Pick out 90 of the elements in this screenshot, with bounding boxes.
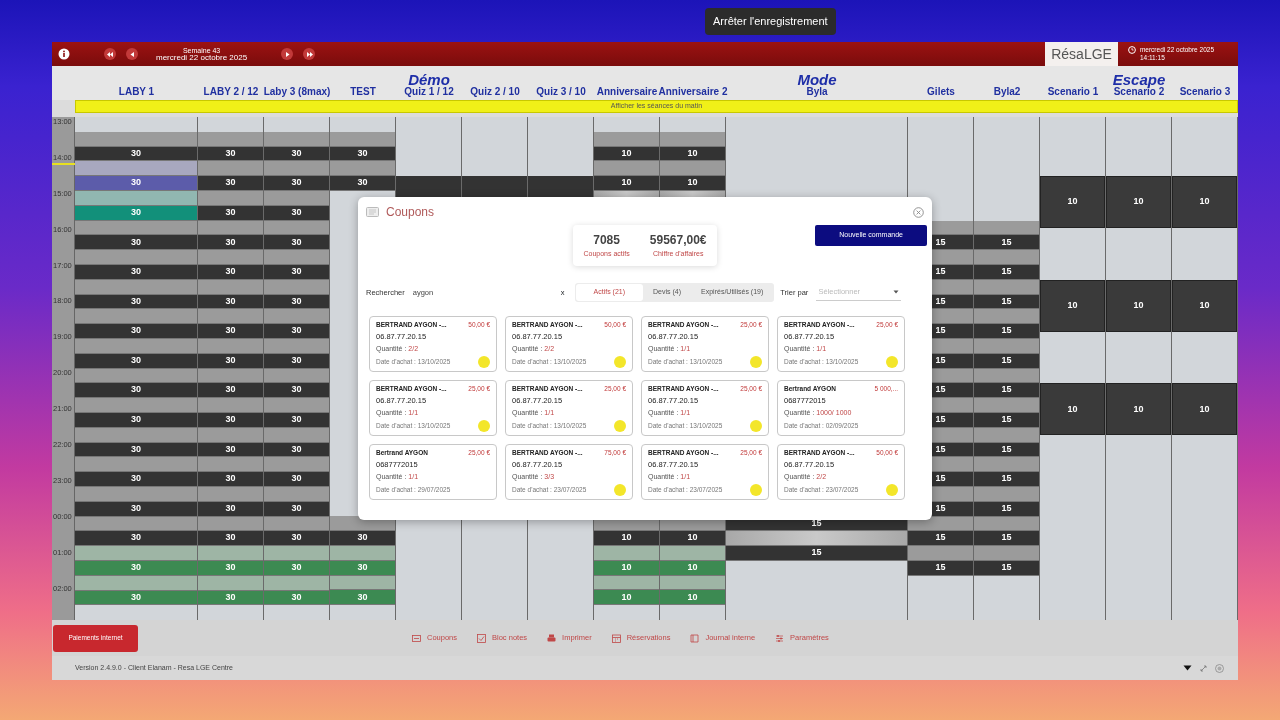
seat-count[interactable]: 30 [264, 176, 329, 191]
seat-count[interactable]: 30 [75, 472, 197, 487]
session-block[interactable]: 10 [1106, 176, 1171, 228]
current-time-marker [52, 163, 75, 165]
recording-tooltip: Arrêter l'enregistrement [705, 8, 836, 35]
column-header: Scenario 2 [1113, 87, 1165, 97]
ticket-icon [412, 633, 421, 643]
date-label: mercredi 22 octobre 2025 [156, 53, 248, 62]
dropdown-icon[interactable] [1183, 665, 1192, 671]
printer-icon [547, 633, 557, 643]
seat-count[interactable]: 10 [660, 590, 725, 606]
column-header: Anniversaire 2 [658, 87, 728, 97]
info-icon[interactable] [58, 48, 70, 60]
column-header: Byla [806, 87, 828, 97]
seat-count[interactable]: 15 [974, 235, 1039, 251]
session-block[interactable]: 10 [1040, 383, 1105, 436]
column-header: Scenario 3 [1179, 87, 1231, 97]
column-header: LABY 1 [118, 87, 155, 97]
close-icon[interactable] [913, 206, 924, 218]
arrow-icon [127, 49, 137, 59]
seat-count[interactable]: 10 [660, 176, 725, 191]
session-block[interactable]: 10 [1106, 279, 1171, 332]
ticket-icon [366, 207, 379, 217]
session-block[interactable]: 10 [1172, 279, 1237, 332]
seat-count[interactable]: 30 [264, 383, 329, 399]
seat-count[interactable]: 30 [198, 383, 263, 399]
session-block[interactable]: 10 [1172, 383, 1237, 436]
sliders-icon [775, 633, 785, 643]
stat-value: 7085 [592, 232, 621, 249]
expand-icon[interactable] [1200, 664, 1207, 672]
column-header: Quiz 1 / 12 [404, 87, 454, 97]
seat-count[interactable]: 10 [660, 531, 725, 546]
seat-count[interactable]: 30 [198, 324, 263, 339]
seat-count[interactable]: 15 [974, 531, 1039, 547]
stat-value: 59567,00€ [649, 232, 707, 249]
column-header: Quiz 3 / 10 [536, 87, 586, 97]
seat-count[interactable]: 15 [974, 472, 1039, 487]
seat-count[interactable]: 30 [198, 472, 263, 487]
next-week-button[interactable] [281, 48, 294, 60]
session-block[interactable]: 10 [1106, 383, 1171, 436]
calendar-icon [611, 633, 621, 643]
seat-count[interactable]: 10 [594, 176, 659, 191]
time-slot[interactable] [974, 220, 1039, 236]
column-header: Gilets [927, 87, 955, 97]
seat-count[interactable]: 30 [198, 176, 263, 191]
column-header: Scenario 1 [1047, 87, 1099, 97]
seat-count[interactable]: 15 [726, 546, 907, 561]
previous-week-button[interactable] [126, 48, 138, 60]
seat-count[interactable]: 30 [198, 235, 263, 251]
seat-count[interactable]: 30 [75, 324, 197, 339]
seat-count[interactable]: 30 [330, 590, 395, 606]
column-header: Quiz 2 / 10 [470, 87, 520, 97]
column-header: Byla2 [993, 87, 1021, 97]
group-label: Mode [797, 72, 837, 87]
seat-count[interactable]: 30 [198, 531, 263, 547]
last-week-button[interactable] [303, 48, 316, 60]
group-label: Démo [408, 72, 450, 87]
seat-count[interactable]: 15 [974, 383, 1039, 399]
seat-count[interactable]: 30 [264, 531, 329, 547]
seat-count[interactable]: 30 [330, 531, 395, 546]
seat-count[interactable]: 15 [908, 531, 973, 547]
column-header: LABY 2 / 12 [203, 87, 259, 97]
dialog-title: Coupons [386, 204, 435, 221]
seat-count[interactable]: 30 [75, 383, 197, 399]
seat-count[interactable]: 30 [264, 235, 329, 251]
session-block[interactable]: 10 [1172, 176, 1237, 228]
seat-count[interactable]: 30 [75, 176, 197, 191]
seat-count[interactable]: 30 [264, 472, 329, 487]
seat-count[interactable]: 30 [75, 531, 197, 547]
session-block[interactable]: 10 [1040, 279, 1105, 332]
double-arrow-icon [105, 49, 115, 59]
seat-count[interactable]: 30 [75, 235, 197, 251]
column-header: Laby 3 (8max) [263, 87, 331, 97]
column-header: Anniversaire [596, 87, 658, 97]
double-arrow-icon [304, 49, 314, 59]
seat-count[interactable]: 15 [974, 324, 1039, 339]
seat-count[interactable]: 30 [264, 324, 329, 339]
group-label: Escape [1112, 72, 1166, 87]
checkbox-icon [477, 633, 487, 643]
book-icon [690, 633, 700, 643]
session-block[interactable]: 10 [1040, 176, 1105, 228]
app-logo: RésaLGE [1045, 42, 1118, 66]
clock-icon [1127, 46, 1136, 54]
column-header: TEST [350, 87, 376, 97]
seat-count[interactable]: 10 [594, 531, 659, 546]
seat-count[interactable]: 30 [330, 176, 395, 191]
first-week-button[interactable] [104, 48, 116, 60]
caret-icon [893, 290, 900, 294]
settings-icon[interactable] [1215, 663, 1224, 673]
seat-count[interactable]: 10 [594, 590, 659, 606]
